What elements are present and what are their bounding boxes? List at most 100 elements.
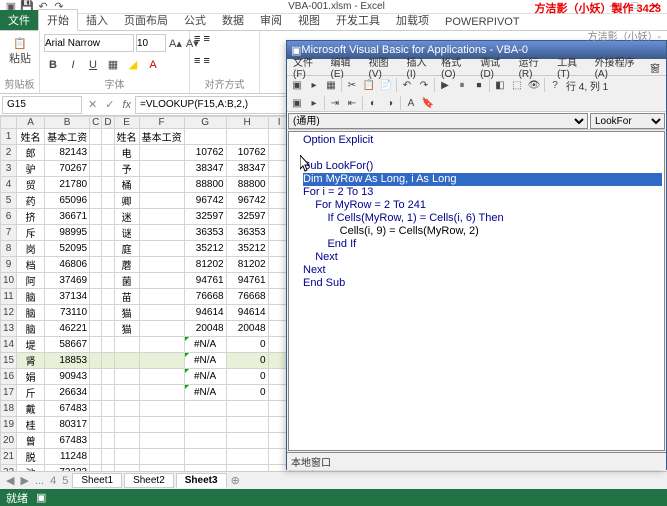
vba-toolbar-button[interactable]: 👁	[526, 77, 542, 93]
cell[interactable]: 0	[226, 337, 268, 353]
font-name-input[interactable]	[44, 34, 134, 52]
cell[interactable]: 96742	[226, 193, 268, 209]
cell[interactable]: 0	[226, 385, 268, 401]
vba-toolbar-button[interactable]: ⇥	[327, 95, 343, 111]
cell[interactable]	[102, 465, 114, 472]
col-header[interactable]: B	[45, 117, 90, 129]
cell[interactable]: 药	[17, 193, 45, 209]
cell[interactable]: 81202	[184, 257, 226, 273]
cell[interactable]	[102, 401, 114, 417]
cell[interactable]	[90, 305, 102, 321]
cell[interactable]	[102, 145, 114, 161]
cell[interactable]	[184, 465, 226, 472]
sheet-tab[interactable]: Sheet1	[72, 473, 122, 488]
cell[interactable]: 肾	[17, 353, 45, 369]
cell[interactable]	[102, 193, 114, 209]
row-header[interactable]: 15	[1, 353, 17, 369]
cell[interactable]: 桂	[17, 417, 45, 433]
new-sheet-button[interactable]: ⊕	[229, 474, 242, 487]
cell[interactable]: 46806	[45, 257, 90, 273]
cell[interactable]: 11248	[45, 449, 90, 465]
ribbon-tab-1[interactable]: 开始	[38, 9, 78, 31]
cell[interactable]	[102, 417, 114, 433]
cell[interactable]	[226, 401, 268, 417]
cell[interactable]	[114, 337, 139, 353]
cell[interactable]	[102, 289, 114, 305]
cell[interactable]: 脑	[17, 305, 45, 321]
vba-toolbar-button[interactable]: ◑	[382, 95, 398, 111]
cell[interactable]: 姓名	[114, 129, 139, 145]
cell[interactable]	[114, 417, 139, 433]
bold-button[interactable]: B	[44, 56, 62, 74]
cell[interactable]	[184, 449, 226, 465]
cell[interactable]	[90, 193, 102, 209]
col-header[interactable]: F	[139, 117, 184, 129]
cell[interactable]: 21780	[45, 177, 90, 193]
cell[interactable]	[102, 225, 114, 241]
vba-proc-dropdown[interactable]: LookFor	[590, 113, 665, 129]
cell[interactable]	[184, 401, 226, 417]
vba-toolbar-button[interactable]: ↶	[399, 77, 415, 93]
cell[interactable]	[90, 449, 102, 465]
cell[interactable]	[139, 241, 184, 257]
cell[interactable]	[184, 129, 226, 145]
cell[interactable]: #N/A	[184, 385, 226, 401]
cell[interactable]	[139, 321, 184, 337]
cell[interactable]	[90, 433, 102, 449]
cell[interactable]	[114, 433, 139, 449]
cancel-formula-icon[interactable]: ✕	[84, 98, 101, 111]
cell[interactable]	[226, 129, 268, 145]
cell[interactable]: 脑	[17, 289, 45, 305]
row-header[interactable]: 16	[1, 369, 17, 385]
cell[interactable]	[184, 433, 226, 449]
cell[interactable]	[90, 369, 102, 385]
cell[interactable]	[139, 209, 184, 225]
cell[interactable]: 菌	[114, 273, 139, 289]
border-button[interactable]: ▦	[104, 56, 122, 74]
sheet-nav[interactable]: ...	[33, 475, 46, 487]
ribbon-tab-2[interactable]: 插入	[78, 10, 116, 30]
vba-toolbar-button[interactable]: ⬚	[509, 77, 525, 93]
cell[interactable]: 70267	[45, 161, 90, 177]
row-header[interactable]: 14	[1, 337, 17, 353]
underline-button[interactable]: U	[84, 56, 102, 74]
vba-toolbar-button[interactable]: ▶	[437, 77, 453, 93]
cell[interactable]: 脑	[17, 321, 45, 337]
cell[interactable]: 桶	[114, 177, 139, 193]
sheet-nav[interactable]: 4	[48, 475, 58, 487]
fx-icon[interactable]: fx	[118, 99, 135, 111]
cell[interactable]: 73110	[45, 305, 90, 321]
vba-toolbar-button[interactable]: ▸	[306, 95, 322, 111]
vba-toolbar-button[interactable]: 📄	[378, 77, 394, 93]
cell[interactable]: 档	[17, 257, 45, 273]
cell[interactable]	[102, 129, 114, 145]
cell[interactable]	[139, 353, 184, 369]
vba-toolbar-button[interactable]: ⏹	[471, 77, 487, 93]
font-size-input[interactable]	[136, 34, 166, 52]
vba-object-dropdown[interactable]: (通用)	[288, 113, 588, 129]
cell[interactable]	[90, 241, 102, 257]
ribbon-tab-7[interactable]: 视图	[290, 10, 328, 30]
cell[interactable]: 蘑	[114, 257, 139, 273]
row-header[interactable]: 22	[1, 465, 17, 472]
cell[interactable]: 67483	[45, 401, 90, 417]
italic-button[interactable]: I	[64, 56, 82, 74]
row-header[interactable]: 2	[1, 145, 17, 161]
vba-toolbar-button[interactable]: ✂	[344, 77, 360, 93]
cell[interactable]: 斤	[17, 385, 45, 401]
cell[interactable]: 电	[114, 145, 139, 161]
row-header[interactable]: 19	[1, 417, 17, 433]
cell[interactable]	[226, 465, 268, 472]
cell[interactable]: 苗	[114, 289, 139, 305]
col-header[interactable]: A	[17, 117, 45, 129]
cell[interactable]: 阿	[17, 273, 45, 289]
cell[interactable]	[139, 369, 184, 385]
cell[interactable]	[139, 177, 184, 193]
align-mid-icon[interactable]: ≡	[203, 33, 209, 45]
vba-toolbar-button[interactable]: ▣	[289, 77, 305, 93]
cell[interactable]	[102, 241, 114, 257]
cell[interactable]: 58667	[45, 337, 90, 353]
align-top-icon[interactable]: ≡	[194, 33, 200, 45]
cell[interactable]: 90943	[45, 369, 90, 385]
cell[interactable]: 堤	[17, 337, 45, 353]
